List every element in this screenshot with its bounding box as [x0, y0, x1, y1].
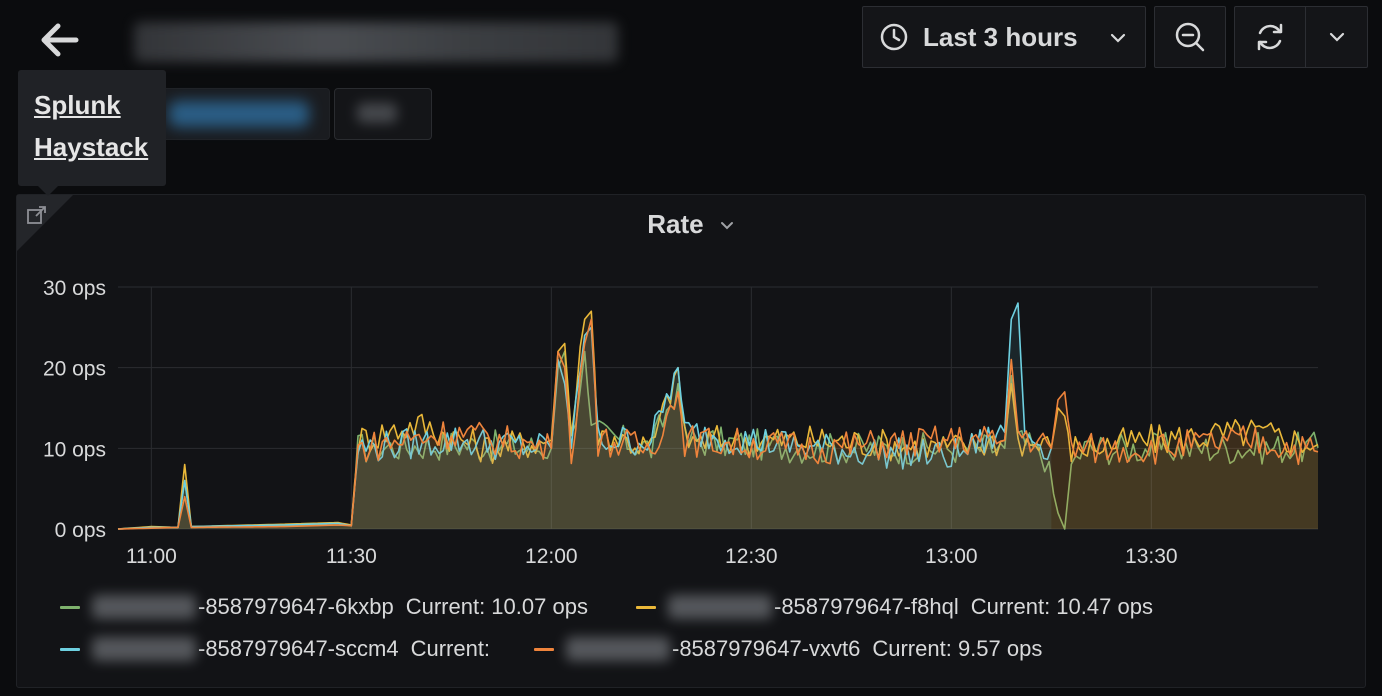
x-tick-label: 13:30: [1125, 545, 1178, 568]
legend-current: Current: 10.47 ops: [970, 594, 1153, 619]
x-tick-label: 12:30: [725, 545, 778, 568]
y-tick-label: 10 ops: [43, 438, 106, 461]
y-tick-label: 0 ops: [55, 519, 106, 542]
legend-series-name: -8587979647-6kxbp: [198, 594, 394, 619]
legend-item[interactable]: -8587979647-6kxbp Current: 10.07 ops: [60, 590, 588, 624]
legend-name-redacted: [668, 595, 772, 619]
legend-swatch: [60, 605, 80, 609]
legend-series-name: -8587979647-f8hql: [774, 594, 959, 619]
link-splunk[interactable]: Splunk: [34, 90, 121, 121]
legend-series-name: -8587979647-vxvt6: [672, 636, 861, 661]
x-tick-label: 13:00: [925, 545, 978, 568]
legend-swatch: [636, 605, 656, 609]
panel-links-tooltip: Splunk Haystack: [18, 70, 166, 196]
link-haystack[interactable]: Haystack: [34, 132, 148, 163]
legend-name-redacted: [566, 637, 670, 661]
legend-current: Current:: [410, 636, 491, 661]
legend-item[interactable]: -8587979647-vxvt6 Current: 9.57 ops: [534, 632, 1042, 666]
legend-name-redacted: [92, 637, 196, 661]
x-tick-label: 12:00: [525, 545, 578, 568]
y-tick-label: 30 ops: [43, 277, 106, 300]
legend-item[interactable]: -8587979647-sccm4 Current:: [60, 632, 490, 666]
y-tick-label: 20 ops: [43, 358, 106, 381]
legend-item[interactable]: -8587979647-f8hql Current: 10.47 ops: [636, 590, 1153, 624]
x-tick-label: 11:30: [326, 545, 377, 568]
series-area: [118, 319, 1318, 529]
legend-name-redacted: [92, 595, 196, 619]
legend-swatch: [534, 647, 554, 651]
legend-series-name: -8587979647-sccm4: [198, 636, 399, 661]
legend-swatch: [60, 647, 80, 651]
x-tick-label: 11:00: [126, 545, 177, 568]
legend-current: Current: 10.07 ops: [405, 594, 588, 619]
legend-current: Current: 9.57 ops: [872, 636, 1043, 661]
